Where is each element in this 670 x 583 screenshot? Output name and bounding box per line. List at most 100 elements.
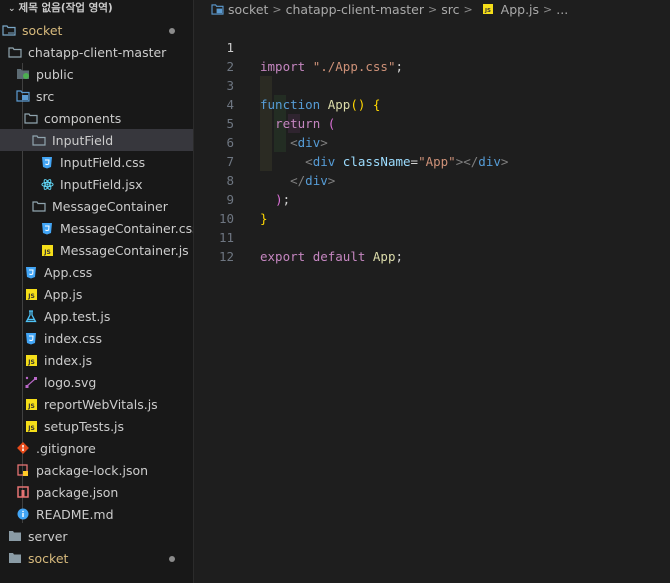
code-editor[interactable]: 1 import "./App.css"; 2 3 function App()…: [194, 19, 670, 583]
react-file-icon: [40, 177, 54, 191]
tree-file-setuptests-js[interactable]: JS setupTests.js: [0, 415, 193, 437]
tree-item-label: README.md: [36, 506, 114, 522]
tree-item-label: components: [44, 110, 122, 126]
tree-file-inputfield-jsx[interactable]: InputField.jsx: [0, 173, 193, 195]
tree-folder-socket[interactable]: socket: [0, 19, 193, 41]
folder-open-icon: [32, 133, 46, 147]
code-line: 10: [194, 190, 670, 226]
tree-file-app-test-js[interactable]: App.test.js: [0, 305, 193, 327]
tree-item-label: .gitignore: [36, 440, 96, 456]
svg-text:JS: JS: [484, 8, 491, 14]
tree-file-package-json[interactable]: package.json: [0, 481, 193, 503]
js-file-icon: JS: [40, 243, 54, 257]
tree-item-label: InputField.css: [60, 154, 146, 170]
workspace-title: 제목 없음(작업 영역): [18, 2, 113, 14]
tree-folder-socket-2[interactable]: socket: [0, 547, 193, 569]
breadcrumb: socket > chatapp-client-master > src > J…: [194, 0, 670, 18]
svg-file-icon: [24, 375, 38, 389]
svg-text:JS: JS: [27, 403, 35, 410]
breadcrumb-separator: >: [272, 2, 282, 16]
code-line: 6 <div className="App"></div>: [194, 114, 670, 169]
tree-file-index-css[interactable]: index.css: [0, 327, 193, 349]
tree-item-label: chatapp-client-master: [28, 44, 167, 60]
modified-dot-icon: [169, 28, 175, 34]
tree-folder-src[interactable]: src: [0, 85, 193, 107]
tree-item-label: MessageContainer: [52, 198, 168, 214]
folder-open-icon: [8, 45, 22, 59]
info-file-icon: [16, 507, 30, 521]
line-number: 12: [218, 249, 234, 264]
workspace-header[interactable]: ⌄ 제목 없음(작업 영역): [0, 0, 193, 19]
svg-text:JS: JS: [27, 359, 35, 366]
tree-file-logo-svg[interactable]: logo.svg: [0, 371, 193, 393]
tree-file-readme-md[interactable]: README.md: [0, 503, 193, 525]
token-function: App: [372, 249, 396, 264]
tree-folder-chatapp-client-master[interactable]: chatapp-client-master: [0, 41, 193, 63]
tree-item-label: App.js: [44, 286, 83, 302]
tree-folder-public[interactable]: public: [0, 63, 193, 85]
code-text: export default App;: [260, 247, 403, 266]
tree-item-label: package.json: [36, 484, 119, 500]
tree-file-reportwebvitals-js[interactable]: JS reportWebVitals.js: [0, 393, 193, 415]
breadcrumb-item[interactable]: ...: [556, 2, 568, 17]
code-line: 7 </div>: [194, 133, 670, 188]
folder-closed-icon: [8, 551, 22, 565]
modified-dot-icon: [169, 556, 175, 562]
tree-item-label: server: [28, 528, 68, 544]
tree-item-label: MessageContainer.css: [60, 220, 194, 236]
css-file-icon: [40, 155, 54, 169]
js-file-icon: JS: [481, 2, 495, 16]
tree-file-app-css[interactable]: App.css: [0, 261, 193, 283]
breadcrumb-item[interactable]: App.js: [501, 2, 539, 17]
tree-file-inputfield-css[interactable]: InputField.css: [0, 151, 193, 173]
tree-item-label: MessageContainer.js: [60, 242, 189, 258]
code-line: 4 return (: [194, 76, 670, 131]
folder-src-icon: [16, 89, 30, 103]
tree-item-label: logo.svg: [44, 374, 97, 390]
lock-json-icon: [16, 463, 30, 477]
tree-item-label: socket: [22, 22, 63, 38]
tree-folder-messagecontainer[interactable]: MessageContainer: [0, 195, 193, 217]
breadcrumb-separator: >: [427, 2, 438, 16]
git-file-icon: [16, 441, 30, 455]
token-keyword: default: [312, 249, 366, 264]
folder-open-icon: [24, 111, 38, 125]
code-line: 1 import "./App.css";: [194, 19, 670, 74]
css-file-icon: [24, 265, 38, 279]
token-keyword: export: [260, 249, 306, 264]
folder-src-icon: [210, 2, 224, 16]
npm-file-icon: [16, 485, 30, 499]
breadcrumb-item[interactable]: socket: [228, 2, 268, 17]
tree-file-app-js[interactable]: JS App.js: [0, 283, 193, 305]
explorer-sidebar: ⌄ 제목 없음(작업 영역) socket chatapp-client-mast…: [0, 0, 194, 583]
code-line: 3 function App() {: [194, 57, 670, 112]
tree-file-index-js[interactable]: JS index.js: [0, 349, 193, 371]
code-line: 2: [194, 38, 670, 74]
tree-item-label: index.css: [44, 330, 103, 346]
tree-folder-server[interactable]: server: [0, 525, 193, 547]
tree-item-label: App.css: [44, 264, 93, 280]
js-file-icon: JS: [24, 287, 38, 301]
js-file-icon: JS: [24, 397, 38, 411]
tree-item-label: InputField.jsx: [60, 176, 143, 192]
js-file-icon: JS: [24, 419, 38, 433]
tree-item-label: App.test.js: [44, 308, 111, 324]
tree-file-gitignore[interactable]: .gitignore: [0, 437, 193, 459]
tree-file-package-lock-json[interactable]: package-lock.json: [0, 459, 193, 481]
tree-folder-components[interactable]: components: [0, 107, 193, 129]
breadcrumb-item[interactable]: src: [441, 2, 459, 17]
tree-item-label: socket: [28, 550, 69, 566]
code-line: 9 }: [194, 171, 670, 226]
css-file-icon: [40, 221, 54, 235]
breadcrumb-item[interactable]: chatapp-client-master: [286, 2, 424, 17]
code-line: 5 <div>: [194, 95, 670, 150]
chevron-down-icon: ⌄: [8, 4, 16, 14]
tree-item-label: public: [36, 66, 74, 82]
tree-file-messagecontainer-js[interactable]: JS MessageContainer.js: [0, 239, 193, 261]
tree-file-messagecontainer-css[interactable]: MessageContainer.css: [0, 217, 193, 239]
tree-folder-inputfield[interactable]: InputField: [0, 129, 193, 151]
tree-item-label: src: [36, 88, 55, 104]
tree-item-label: index.js: [44, 352, 93, 368]
tree-item-label: reportWebVitals.js: [44, 396, 158, 412]
js-file-icon: JS: [24, 353, 38, 367]
